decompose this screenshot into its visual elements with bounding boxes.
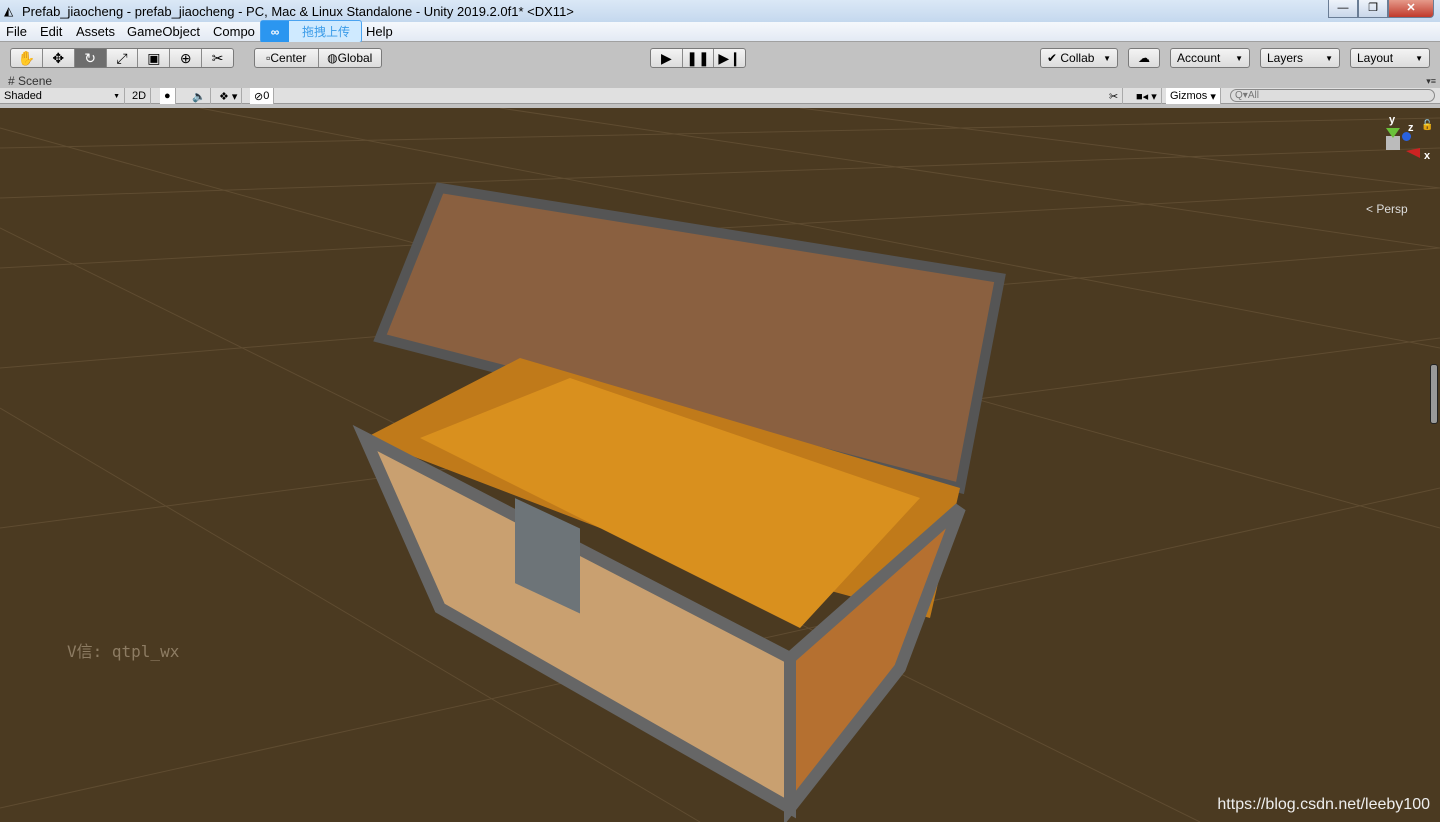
projection-toggle[interactable]: < Persp bbox=[1366, 202, 1408, 216]
layout-dropdown[interactable]: Layout ▼ bbox=[1350, 48, 1430, 68]
custom-tool-icon[interactable]: ✂ bbox=[202, 49, 233, 67]
viewport-scrollbar[interactable] bbox=[1430, 364, 1438, 424]
gizmo-x-cone[interactable] bbox=[1406, 148, 1420, 158]
scene-viewport[interactable]: y z x 🔓 < Persp V信: qtpl_wx https://blog… bbox=[0, 108, 1440, 822]
global-button[interactable]: ◍ Global bbox=[319, 49, 382, 67]
main-toolbar: ✋ ✥ ↻ ⤢ ▣ ⊕ ✂ ▫ Center ◍ Global ▶ ❚❚ ▶❙ ✔ … bbox=[0, 42, 1440, 74]
menu-file[interactable]: File bbox=[6, 24, 27, 39]
scale-tool-icon[interactable]: ⤢ bbox=[107, 49, 139, 67]
scene-grid-and-chest bbox=[0, 108, 1440, 822]
step-button[interactable]: ▶❙ bbox=[714, 49, 745, 67]
menu-bar: File Edit Assets GameObject Compo Help bbox=[0, 22, 1440, 42]
menu-component[interactable]: Compo bbox=[213, 24, 255, 39]
menu-help[interactable]: Help bbox=[366, 24, 393, 39]
menu-gameobject[interactable]: GameObject bbox=[127, 24, 200, 39]
cloud-icon: ☁ bbox=[1138, 51, 1150, 65]
hand-tool-icon[interactable]: ✋ bbox=[11, 49, 43, 67]
pivot-controls: ▫ Center ◍ Global bbox=[254, 48, 382, 68]
gizmos-dropdown[interactable]: Gizmos ▾ bbox=[1166, 88, 1221, 104]
title-bar: ◭ Prefab_jiaocheng - prefab_jiaocheng - … bbox=[0, 0, 1440, 22]
window-title: Prefab_jiaocheng - prefab_jiaocheng - PC… bbox=[22, 3, 574, 19]
close-button[interactable]: ✕ bbox=[1388, 0, 1434, 18]
layers-dropdown[interactable]: Layers ▼ bbox=[1260, 48, 1340, 68]
upload-popup[interactable]: ∞ 拖拽上传 bbox=[260, 20, 362, 43]
scene-tab[interactable]: # Scene ▾≡ bbox=[0, 74, 1440, 88]
cloud-button[interactable]: ☁ bbox=[1128, 48, 1160, 68]
transform-tool-icon[interactable]: ⊕ bbox=[170, 49, 203, 67]
scene-toolbar: Shaded ▼ 2D ● 🔈 ❖ ▾ ⊘ 0 ✂ ■◂ ▾ Gizmos ▾ Q… bbox=[0, 88, 1440, 104]
rect-tool-icon[interactable]: ▣ bbox=[138, 49, 171, 67]
tab-menu-icon[interactable]: ▾≡ bbox=[1426, 74, 1436, 88]
unity-logo-icon: ◭ bbox=[4, 4, 14, 18]
axis-z-label: z bbox=[1408, 122, 1414, 134]
menu-assets[interactable]: Assets bbox=[76, 24, 115, 39]
shading-dropdown[interactable]: Shaded ▼ bbox=[0, 88, 125, 104]
menu-edit[interactable]: Edit bbox=[40, 24, 62, 39]
tools-icon[interactable]: ✂ bbox=[1105, 88, 1124, 104]
scene-orientation-gizmo[interactable]: y z x bbox=[1368, 114, 1430, 182]
audio-toggle-icon[interactable]: 🔈 bbox=[188, 88, 211, 104]
pause-button[interactable]: ❚❚ bbox=[683, 49, 715, 67]
treasure-chest bbox=[352, 182, 1006, 822]
gizmo-y-cone[interactable] bbox=[1386, 128, 1400, 138]
play-button[interactable]: ▶ bbox=[651, 49, 683, 67]
axis-y-label: y bbox=[1389, 114, 1396, 126]
watermark-text: V信: qtpl_wx bbox=[67, 642, 180, 661]
lock-icon[interactable]: 🔓 bbox=[1421, 120, 1433, 131]
hidden-objects-toggle[interactable]: ⊘ 0 bbox=[250, 88, 275, 104]
cloud-upload-icon: ∞ bbox=[261, 21, 289, 42]
effects-dropdown-icon[interactable]: ❖ ▾ bbox=[215, 88, 243, 104]
2d-toggle[interactable]: 2D bbox=[128, 88, 152, 104]
transform-tools: ✋ ✥ ↻ ⤢ ▣ ⊕ ✂ bbox=[10, 48, 234, 68]
collab-dropdown[interactable]: ✔ Collab ▼ bbox=[1040, 48, 1118, 68]
lighting-toggle-icon[interactable]: ● bbox=[160, 88, 176, 104]
move-tool-icon[interactable]: ✥ bbox=[43, 49, 75, 67]
account-dropdown[interactable]: Account ▼ bbox=[1170, 48, 1250, 68]
upload-label: 拖拽上传 bbox=[302, 25, 351, 39]
center-button[interactable]: ▫ Center bbox=[255, 49, 319, 67]
rotate-tool-icon[interactable]: ↻ bbox=[74, 49, 107, 67]
axis-x-label: x bbox=[1424, 150, 1431, 162]
minimize-button[interactable]: — bbox=[1328, 0, 1358, 18]
camera-dropdown-icon[interactable]: ■◂ ▾ bbox=[1132, 88, 1162, 104]
play-controls: ▶ ❚❚ ▶❙ bbox=[650, 48, 746, 68]
restore-button[interactable]: ❐ bbox=[1358, 0, 1388, 18]
gizmo-cube bbox=[1386, 136, 1400, 150]
credit-text: https://blog.csdn.net/leeby100 bbox=[1217, 796, 1430, 813]
scene-search-input[interactable]: Q▾All bbox=[1230, 89, 1435, 102]
